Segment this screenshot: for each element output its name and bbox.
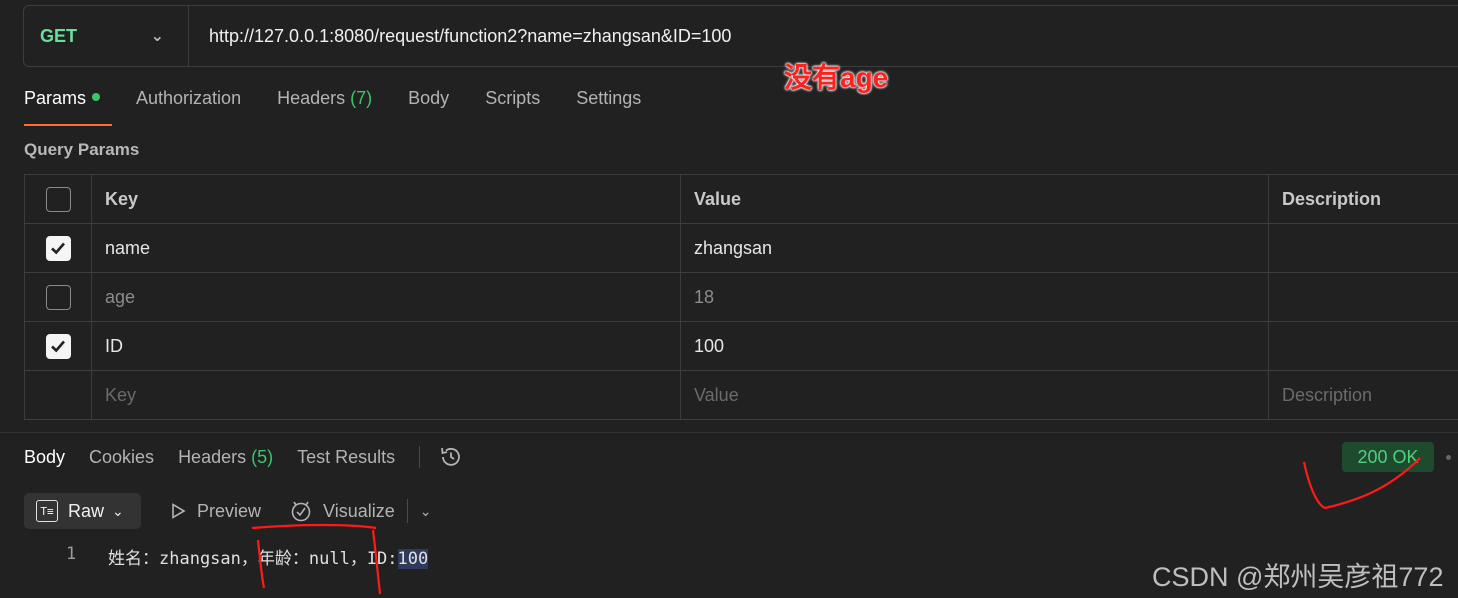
tab-separator [419, 446, 421, 468]
play-icon [172, 503, 186, 519]
table-row: name zhangsan [25, 224, 1458, 273]
check-icon [51, 242, 65, 255]
params-active-dot [92, 93, 101, 102]
response-body: 1 姓名：zhangsan，年龄：null，ID:100 [66, 544, 429, 569]
table-row: ID 100 [25, 322, 1458, 371]
param-key[interactable]: age [92, 273, 681, 321]
tab-headers[interactable]: Headers (7) [277, 88, 372, 126]
visualize-button[interactable]: Visualize [289, 499, 395, 523]
check-icon [51, 340, 65, 353]
method-label: GET [40, 25, 78, 46]
raw-format-button[interactable]: T≡ Raw ⌄ [24, 493, 141, 529]
new-value-input[interactable]: Value [681, 371, 1269, 419]
tab-authorization[interactable]: Authorization [136, 88, 241, 126]
preview-button[interactable]: Preview [169, 501, 261, 522]
param-description[interactable] [1269, 322, 1458, 370]
tab-test-results[interactable]: Test Results [297, 447, 395, 468]
tab-cookies[interactable]: Cookies [89, 447, 154, 468]
response-divider [0, 432, 1458, 433]
row-checkbox[interactable] [45, 333, 71, 359]
url-input[interactable]: http://127.0.0.1:8080/request/function2?… [189, 26, 731, 47]
param-value[interactable]: 100 [681, 322, 1269, 370]
new-key-input[interactable]: Key [92, 371, 681, 419]
tab-scripts[interactable]: Scripts [485, 88, 540, 126]
tab-params[interactable]: Params [24, 88, 113, 126]
method-select[interactable]: GET ⌄ [24, 6, 189, 66]
history-icon[interactable] [438, 444, 464, 470]
annotation-label: 没有age [784, 62, 889, 93]
chevron-down-icon[interactable]: ⌄ [420, 503, 432, 520]
tab-response-body[interactable]: Body [24, 447, 65, 468]
column-description: Description [1282, 188, 1382, 209]
chevron-down-icon: ⌄ [112, 502, 124, 519]
row-checkbox[interactable] [45, 284, 71, 310]
response-headers-count: (5) [251, 446, 274, 467]
response-tabs: Body Cookies Headers (5) Test Results [24, 444, 464, 470]
response-text: 姓名：zhangsan，年龄：null，ID:100 [108, 549, 429, 569]
param-description[interactable] [1269, 224, 1458, 272]
params-table: Key Value Description name zhangsan age … [24, 174, 1458, 420]
chevron-down-icon: ⌄ [150, 28, 164, 45]
status-dot [1446, 455, 1451, 460]
url-bar: GET ⌄ http://127.0.0.1:8080/request/func… [23, 5, 1458, 67]
text-format-icon: T≡ [36, 500, 58, 522]
param-value[interactable]: 18 [681, 273, 1269, 321]
tab-response-headers[interactable]: Headers (5) [178, 447, 273, 468]
toolbar-separator [406, 499, 408, 523]
tab-body[interactable]: Body [408, 88, 449, 126]
visualize-icon [291, 501, 311, 522]
param-key[interactable]: ID [92, 322, 681, 370]
row-checkbox[interactable] [45, 235, 71, 261]
view-toolbar: T≡ Raw ⌄ Preview Visualize ⌄ [24, 493, 431, 529]
column-value: Value [681, 175, 1269, 223]
watermark: CSDN @郑州吴彦祖772 [1152, 562, 1444, 592]
tab-settings[interactable]: Settings [576, 88, 641, 126]
table-row-placeholder: Key Value Description [25, 371, 1458, 420]
table-row: age 18 [25, 273, 1458, 322]
select-all-checkbox[interactable] [45, 186, 71, 212]
query-params-title: Query Params [24, 140, 140, 159]
param-value[interactable]: zhangsan [681, 224, 1269, 272]
column-key: Key [92, 175, 681, 223]
status-badge[interactable]: 200 OK [1342, 442, 1434, 472]
param-description[interactable] [1269, 273, 1458, 321]
highlighted-value: 100 [397, 549, 429, 569]
param-key[interactable]: name [92, 224, 681, 272]
headers-count: (7) [350, 88, 373, 108]
line-number: 1 [66, 544, 77, 564]
new-description-input[interactable]: Description [1269, 371, 1458, 419]
request-tabs: Params Authorization Headers (7) Body Sc… [24, 88, 677, 126]
table-header-row: Key Value Description [25, 175, 1458, 224]
